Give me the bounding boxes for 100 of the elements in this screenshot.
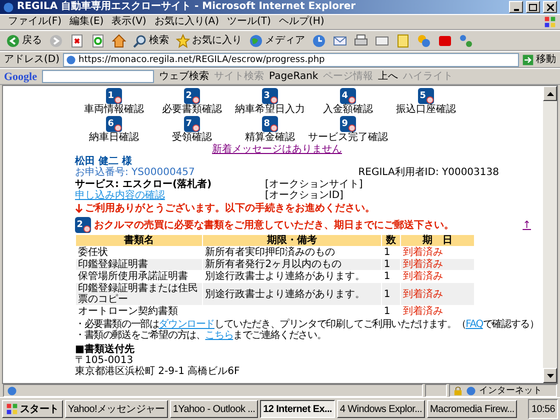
- thanks-message: ご利用ありがとうございます。以下の手続きをお進めください。: [85, 203, 375, 214]
- details-link[interactable]: 申し込み内容の確認: [75, 190, 265, 201]
- back-icon: [6, 34, 20, 48]
- table-cell: 到着済み: [400, 259, 474, 270]
- toolbar-button[interactable]: 上へ: [378, 70, 398, 82]
- step-icon[interactable]: 2: [184, 88, 200, 104]
- step-icon[interactable]: 3: [262, 88, 278, 104]
- messenger-icon: [417, 34, 431, 48]
- step-label: 精算金確認: [245, 132, 295, 143]
- close-icon: [546, 4, 554, 10]
- step-icon[interactable]: 7: [184, 116, 200, 132]
- table-cell: 印鑑登録証明書: [76, 259, 202, 270]
- step-label: 納車日確認: [89, 132, 139, 143]
- stop-icon: [70, 34, 84, 48]
- note-text: ・書類の郵送をご希望の方は、こちらまでご連絡ください。: [75, 330, 328, 341]
- status-zone: インターネット: [449, 384, 557, 397]
- toolbar-button[interactable]: お気に入り: [174, 34, 244, 48]
- mail-icon: [333, 34, 347, 48]
- address-label: アドレス(D): [4, 54, 60, 66]
- arrow-icon: [522, 54, 534, 66]
- toolbar-button[interactable]: 検索: [131, 34, 171, 48]
- search-icon: [133, 34, 147, 48]
- star-icon: [176, 34, 190, 48]
- close-button[interactable]: [543, 1, 557, 13]
- table-cell: 印鑑登録証明書または住民票のコピー: [76, 283, 202, 305]
- taskbar-button[interactable]: Yahoo!メッセンジャー: [64, 400, 168, 418]
- down-arrow-icon: [546, 374, 554, 378]
- table-cell: 新所有者発行2ヶ月以内のもの: [203, 259, 381, 270]
- step-label: サービス完了確認: [308, 132, 388, 143]
- auction-id-label: [オークションID]: [265, 190, 344, 201]
- step-label: 入金額確認: [323, 104, 373, 115]
- forward-icon: [49, 34, 63, 48]
- menu-item[interactable]: 表示(V): [108, 16, 150, 28]
- step-icon[interactable]: 4: [340, 88, 356, 104]
- table-cell: 1: [382, 259, 400, 270]
- scrollbar[interactable]: [543, 86, 557, 383]
- taskbar-button[interactable]: 4 Windows Explor...: [336, 400, 426, 418]
- step-label: 車両情報確認: [84, 104, 144, 115]
- column-header: 期限・備考: [203, 235, 381, 246]
- menu-item[interactable]: お気に入り(A): [150, 16, 223, 28]
- step-icon[interactable]: 9: [340, 116, 356, 132]
- auction-site-label: [オークションサイト]: [265, 179, 364, 190]
- minimize-button[interactable]: [509, 1, 523, 13]
- notice-text: おクルマの売買に必要な書類をご用意していただき、期日までにご郵送下さい。: [94, 220, 455, 230]
- menu-item[interactable]: 編集(E): [66, 16, 108, 28]
- step-icon[interactable]: 2: [75, 217, 91, 233]
- note-text: ・必要書類の一部はダウンロード していただき、プリンタで印刷してご利用いただけます。（FAQで確認する）: [75, 319, 539, 330]
- printer-icon: [354, 34, 368, 48]
- step-icon[interactable]: 5: [418, 88, 434, 104]
- down-arrow-icon: [75, 204, 83, 213]
- go-button[interactable]: 移動: [522, 54, 556, 66]
- taskbar-button[interactable]: 12 Internet Ex...: [260, 400, 335, 418]
- menu-item[interactable]: ツール(T): [223, 16, 275, 28]
- toolbar-button[interactable]: メディア: [247, 34, 307, 48]
- address-field[interactable]: https://monaco.regila.net/REGILA/escrow/progress.php: [62, 52, 519, 66]
- service-label: サービス: エスクロー(落札者): [75, 179, 213, 190]
- message-link[interactable]: 新着メッセージはありません: [212, 144, 342, 155]
- menu-item[interactable]: ファイル(F): [4, 16, 66, 28]
- document-icon: [375, 34, 389, 48]
- clock: 10:56: [531, 404, 555, 414]
- note-icon: [396, 34, 410, 48]
- step-label: 納車希望日入力: [235, 104, 305, 115]
- up-arrow-icon: [546, 92, 554, 96]
- step-icon[interactable]: 8: [262, 116, 278, 132]
- refresh-icon: [91, 34, 105, 48]
- section-heading: ■書類送付先: [75, 344, 136, 355]
- taskbar-button[interactable]: Macromedia Firew...: [427, 400, 518, 418]
- menu-item[interactable]: ヘルプ(H): [274, 16, 328, 28]
- postal-code: 〒105-0013: [75, 355, 134, 366]
- application-number: お申込番号: YS00000457: [75, 167, 195, 178]
- toolbar-button[interactable]: PageRank: [269, 70, 318, 82]
- windows-logo-icon: [6, 403, 18, 415]
- table-cell: 別途行政書士より連絡があります。: [203, 283, 381, 305]
- step-label: 振込口座確認: [396, 104, 456, 115]
- maximize-button[interactable]: [526, 1, 540, 13]
- home-icon: [112, 34, 126, 48]
- table-cell: 到着済み: [400, 283, 474, 305]
- toolbar-button[interactable]: 戻る: [4, 34, 44, 48]
- window-title: REGILA 自動車専用エスクローサイト - Microsoft Internet Explorer: [17, 1, 357, 13]
- top-link[interactable]: ↑: [522, 220, 531, 230]
- taskbar-button[interactable]: 1Yahoo - Outlook ...: [170, 400, 258, 418]
- address-text: 東京都港区浜松町 2-9-1 高橋ビル6F: [75, 366, 241, 377]
- browser-icon: [3, 2, 14, 12]
- user-id: REGILA利用者ID: Y00003138: [358, 167, 499, 178]
- toolbar-button[interactable]: ウェブ検索: [159, 70, 209, 82]
- column-header: 期 日: [400, 235, 474, 246]
- column-header: 書類名: [76, 235, 202, 246]
- windows-logo-icon: [544, 16, 556, 28]
- google-logo[interactable]: Google: [4, 70, 37, 82]
- start-button[interactable]: スタート: [2, 400, 63, 418]
- step-label: 受領確認: [172, 132, 212, 143]
- table-cell: 1: [382, 283, 400, 305]
- google-search-field[interactable]: [42, 70, 154, 83]
- step-icon[interactable]: 6: [106, 116, 122, 132]
- step-icon[interactable]: 1: [106, 88, 122, 104]
- lock-icon: [453, 386, 463, 396]
- maximize-icon: [529, 4, 537, 10]
- column-header: 数: [382, 235, 400, 246]
- link[interactable]: ダウンロード: [158, 319, 215, 330]
- step-label: 必要書類確認: [162, 104, 222, 115]
